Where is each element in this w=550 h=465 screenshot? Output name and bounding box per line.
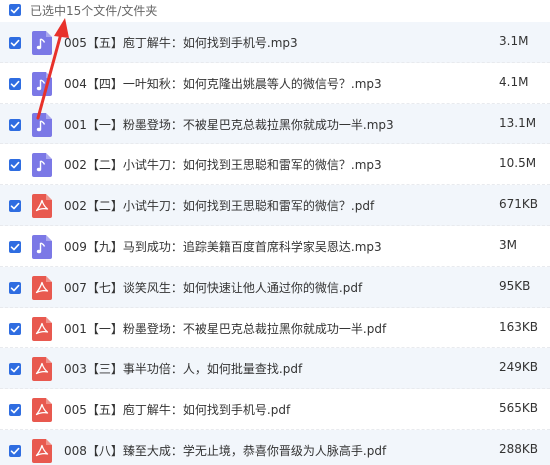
file-size: 95KB: [499, 278, 531, 293]
select-all-checkbox[interactable]: [9, 4, 21, 16]
file-row[interactable]: 002【二】小试牛刀：如何找到王思聪和雷军的微信？.pdf 671KB: [0, 185, 550, 226]
pdf-icon: [32, 316, 52, 341]
file-name[interactable]: 005【五】庖丁解牛：如何找到手机号.pdf: [64, 401, 290, 418]
selection-header: 已选中15个文件/文件夹: [0, 0, 550, 22]
file-list: 005【五】庖丁解牛：如何找到手机号.mp3 3.1M 004【四】一叶知秋：如何克…: [0, 22, 550, 465]
music-note-icon: [32, 71, 52, 96]
file-row[interactable]: 002【二】小试牛刀：如何找到王思聪和雷军的微信？.mp3 10.5M: [0, 144, 550, 186]
file-row[interactable]: 003【三】事半功倍：人，如何批量查找.pdf 249KB: [0, 348, 550, 390]
file-size: 10.5M: [499, 156, 537, 171]
checkmark-icon: [10, 162, 20, 169]
file-checkbox[interactable]: [9, 281, 21, 294]
file-size: 565KB: [499, 401, 539, 416]
file-checkbox[interactable]: [9, 240, 21, 253]
file-row[interactable]: 001【一】粉墨登场：不被星巴克总裁拉黑你就成功一半.mp3 13.1M: [0, 103, 550, 145]
file-row[interactable]: 005【五】庖丁解牛：如何找到手机号.pdf 565KB: [0, 389, 550, 430]
checkmark-icon: [10, 80, 20, 88]
music-note-icon: [32, 234, 52, 259]
selection-count-label: 已选中15个文件/文件夹: [30, 4, 158, 18]
checkmark-icon: [10, 447, 20, 455]
checkmark-icon: [10, 202, 20, 210]
file-size: 288KB: [499, 441, 539, 456]
file-name[interactable]: 008【八】臻至大成：学无止境，恭喜你晋级为人脉高手.pdf: [64, 442, 386, 459]
file-size: 249KB: [499, 360, 539, 375]
file-name[interactable]: 005【五】庖丁解牛：如何找到手机号.mp3: [64, 34, 298, 51]
file-name[interactable]: 001【一】粉墨登场：不被星巴克总裁拉黑你就成功一半.pdf: [64, 320, 386, 337]
pdf-icon: [32, 275, 52, 300]
checkmark-icon: [10, 366, 20, 373]
file-checkbox[interactable]: [9, 159, 21, 172]
checkmark-icon: [10, 406, 20, 414]
music-note-icon: [32, 112, 52, 137]
file-list-window: 已选中15个文件/文件夹 005【五】庖丁解牛：如何找到手机号.mp3 3.1M 0…: [0, 0, 550, 465]
file-size: 3.1M: [499, 34, 529, 48]
file-checkbox[interactable]: [9, 200, 21, 213]
file-row[interactable]: 001【一】粉墨登场：不被星巴克总裁拉黑你就成功一半.pdf 163KB: [0, 307, 550, 349]
checkmark-icon: [10, 325, 20, 332]
checkmark-icon: [10, 39, 20, 47]
checkmark-icon: [10, 121, 20, 128]
file-checkbox[interactable]: [9, 118, 21, 131]
pdf-icon: [32, 398, 52, 423]
file-checkbox[interactable]: [9, 363, 21, 376]
file-size: 13.1M: [499, 115, 537, 130]
file-checkbox[interactable]: [9, 77, 21, 90]
file-size: 671KB: [499, 197, 539, 212]
file-row[interactable]: 007【七】谈笑风生：如何快速让他人通过你的微信.pdf 95KB: [0, 266, 550, 308]
pdf-icon: [32, 357, 52, 382]
file-name[interactable]: 002【二】小试牛刀：如何找到王思聪和雷军的微信？.pdf: [64, 197, 374, 214]
file-size: 163KB: [499, 319, 539, 334]
checkmark-icon: [10, 6, 20, 14]
file-name[interactable]: 002【二】小试牛刀：如何找到王思聪和雷军的微信？.mp3: [64, 156, 382, 173]
file-name[interactable]: 004【四】一叶知秋：如何克隆出姚晨等人的微信号？.mp3: [64, 75, 382, 92]
file-size: 4.1M: [499, 74, 529, 89]
music-note-icon: [32, 153, 52, 178]
file-checkbox[interactable]: [9, 37, 21, 49]
pdf-icon: [32, 438, 52, 463]
file-checkbox[interactable]: [9, 444, 21, 457]
music-note-icon: [32, 31, 52, 55]
pdf-icon: [32, 194, 52, 219]
file-checkbox[interactable]: [9, 404, 21, 417]
checkmark-icon: [10, 243, 20, 251]
file-row[interactable]: 009【九】马到成功：追踪美籍百度首席科学家吴恩达.mp3 3M: [0, 225, 550, 267]
file-row[interactable]: 005【五】庖丁解牛：如何找到手机号.mp3 3.1M: [0, 22, 550, 63]
file-checkbox[interactable]: [9, 322, 21, 335]
file-size: 3M: [499, 237, 517, 252]
file-row[interactable]: 008【八】臻至大成：学无止境，恭喜你晋级为人脉高手.pdf 288KB: [0, 429, 550, 465]
file-name[interactable]: 007【七】谈笑风生：如何快速让他人通过你的微信.pdf: [64, 279, 362, 296]
file-name[interactable]: 003【三】事半功倍：人，如何批量查找.pdf: [64, 360, 302, 377]
checkmark-icon: [10, 284, 20, 292]
file-name[interactable]: 009【九】马到成功：追踪美籍百度首席科学家吴恩达.mp3: [64, 238, 382, 255]
file-name[interactable]: 001【一】粉墨登场：不被星巴克总裁拉黑你就成功一半.mp3: [64, 116, 394, 133]
file-row[interactable]: 004【四】一叶知秋：如何克隆出姚晨等人的微信号？.mp3 4.1M: [0, 62, 550, 104]
